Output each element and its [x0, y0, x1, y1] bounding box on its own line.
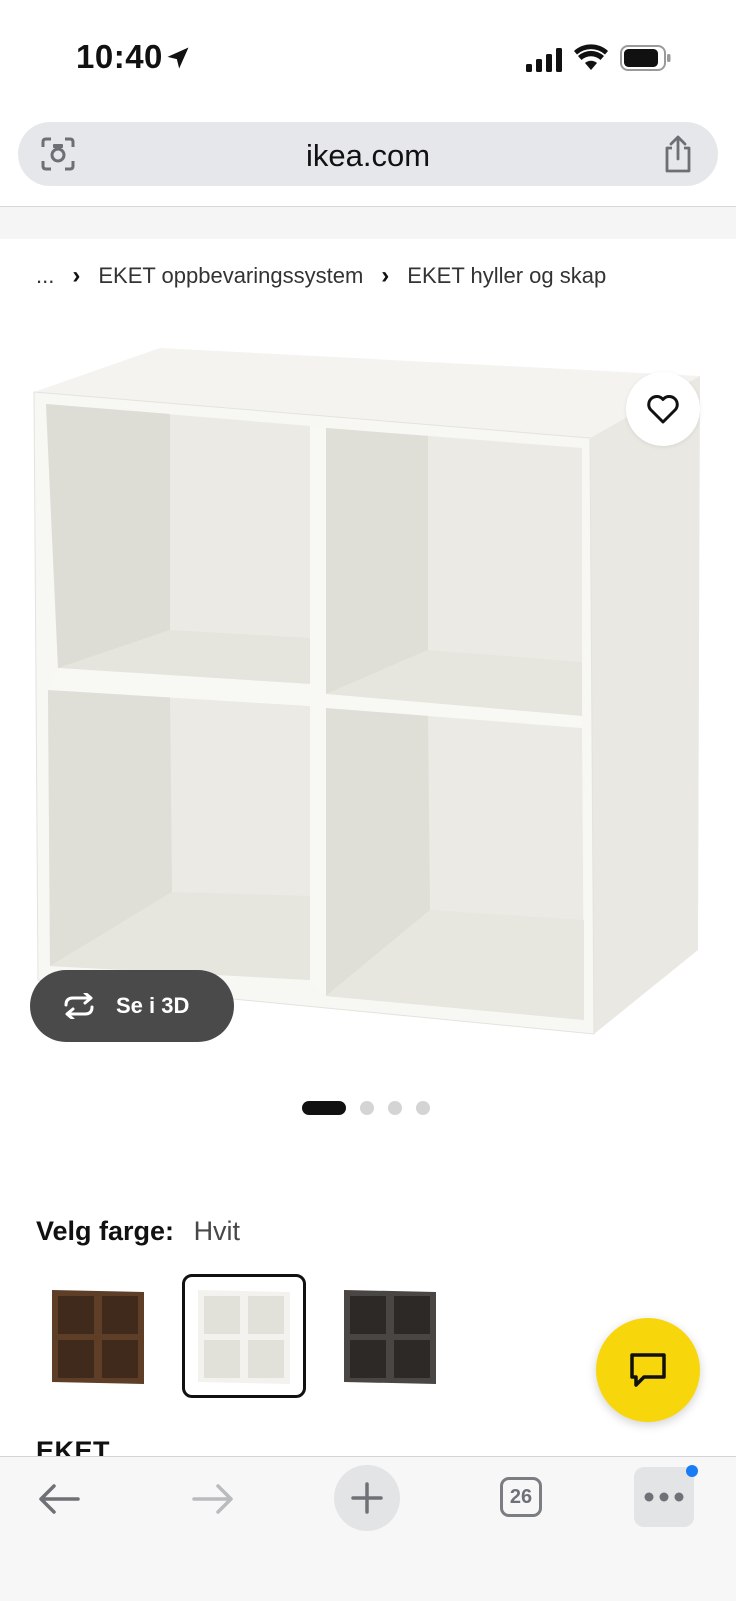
carousel-dot-4[interactable]: [416, 1101, 430, 1115]
color-selector-label-row: Velg farge: Hvit: [36, 1216, 240, 1247]
favorite-button[interactable]: [626, 372, 700, 446]
location-arrow-icon: [167, 47, 189, 69]
chat-icon: [630, 1353, 666, 1387]
image-carousel-dots: [302, 1100, 430, 1116]
swatch-white-image: [198, 1290, 290, 1384]
address-bar[interactable]: ikea.com: [18, 122, 718, 186]
plus-icon: [351, 1482, 383, 1514]
swatch-dark-grey[interactable]: [328, 1274, 452, 1398]
swatch-walnut-image: [52, 1290, 144, 1384]
status-bar: 10:40: [0, 0, 736, 110]
breadcrumb-separator: ›: [72, 262, 81, 289]
carousel-dot-2[interactable]: [360, 1101, 374, 1115]
header-strip: [0, 206, 736, 239]
view-3d-button[interactable]: Se i 3D: [30, 970, 234, 1042]
breadcrumb: ... › EKET oppbevaringssystem › EKET hyl…: [36, 262, 606, 290]
new-tab-button[interactable]: [334, 1465, 400, 1531]
heart-icon: [647, 395, 679, 424]
chat-button[interactable]: [596, 1318, 700, 1422]
rotate-3d-icon: [64, 993, 94, 1019]
browser-toolbar: 26: [0, 1456, 736, 1601]
carousel-dot-1[interactable]: [302, 1101, 346, 1115]
more-menu-button[interactable]: [634, 1467, 694, 1527]
view-3d-label: Se i 3D: [116, 993, 190, 1018]
swatch-dark-grey-image: [344, 1290, 436, 1384]
forward-arrow-icon[interactable]: [190, 1481, 236, 1517]
tabs-button[interactable]: 26: [500, 1477, 542, 1517]
url-text[interactable]: ikea.com: [18, 138, 718, 174]
color-swatches: [36, 1274, 452, 1398]
swatch-walnut[interactable]: [36, 1274, 160, 1398]
breadcrumb-eket-shelves[interactable]: EKET hyller og skap: [407, 263, 606, 289]
breadcrumb-ellipsis[interactable]: ...: [36, 263, 54, 289]
color-value: Hvit: [193, 1216, 241, 1246]
tab-count: 26: [509, 1485, 533, 1508]
back-arrow-icon[interactable]: [36, 1481, 82, 1517]
status-time: 10:40: [76, 38, 163, 75]
product-image[interactable]: [0, 330, 736, 1070]
color-label: Velg farge:: [36, 1216, 175, 1246]
breadcrumb-separator: ›: [381, 262, 390, 289]
more-dots-icon: [644, 1492, 684, 1502]
wifi-icon: [574, 44, 608, 70]
cellular-signal-icon: [526, 48, 562, 72]
carousel-dot-3[interactable]: [388, 1101, 402, 1115]
battery-icon: [620, 45, 671, 71]
notification-badge: [686, 1465, 698, 1477]
swatch-white[interactable]: [182, 1274, 306, 1398]
breadcrumb-eket-storage[interactable]: EKET oppbevaringssystem: [98, 263, 363, 289]
share-icon[interactable]: [662, 134, 694, 174]
